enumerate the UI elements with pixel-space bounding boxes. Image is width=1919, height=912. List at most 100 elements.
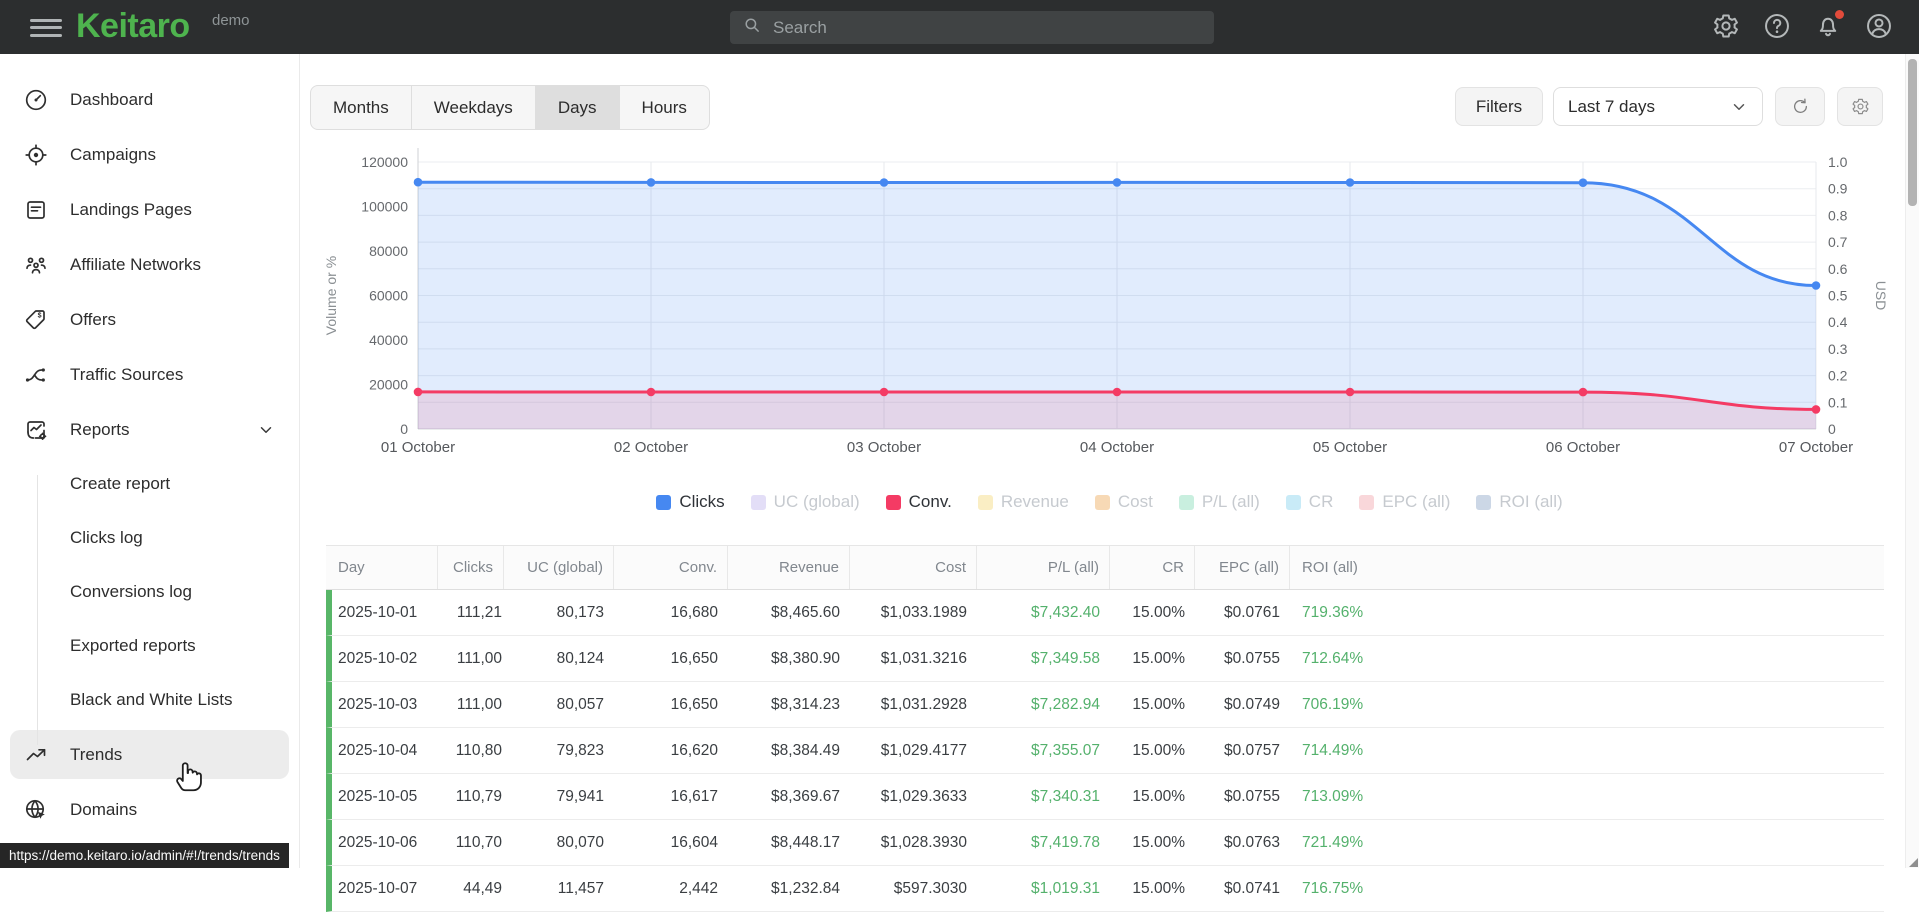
scrollbar-corner <box>1909 858 1918 867</box>
cell-day: 2025-10-04 <box>338 741 418 759</box>
tab-months[interactable]: Months <box>311 86 412 129</box>
legend-label: Revenue <box>1000 492 1069 511</box>
svg-text:03 October: 03 October <box>847 439 921 456</box>
cell-cr: 15.00% <box>1132 787 1185 805</box>
column-header-day: Day <box>326 546 438 589</box>
brand-logo[interactable]: Keitaro <box>76 7 190 46</box>
svg-text:60000: 60000 <box>369 288 408 304</box>
cell-clicks: 110,70 <box>455 833 502 851</box>
cell-clicks: 110,80 <box>455 741 502 759</box>
chart-settings-button[interactable] <box>1837 87 1883 126</box>
traffic-sources-icon <box>24 363 48 387</box>
sidebar-item-campaigns[interactable]: Campaigns <box>0 127 299 182</box>
dashboard-icon <box>24 88 48 112</box>
cell-uc: 79,823 <box>556 741 604 759</box>
legend-swatch <box>1178 494 1194 510</box>
svg-text:0.1: 0.1 <box>1828 394 1848 410</box>
sidebar: Dashboard Campaigns Landings Pages Affiliat… <box>0 54 300 868</box>
settings-gear-icon[interactable] <box>1712 12 1742 42</box>
legend-item-cr[interactable]: CR <box>1285 492 1333 512</box>
reports-icon <box>24 418 48 442</box>
cell-cr: 15.00% <box>1132 741 1185 759</box>
legend-item-epc-all[interactable]: EPC (all) <box>1359 492 1450 512</box>
svg-text:Volume or %: Volume or % <box>323 256 339 335</box>
menu-icon[interactable] <box>30 14 62 40</box>
sidebar-subitem-label: Clicks log <box>70 528 143 547</box>
filters-button[interactable]: Filters <box>1455 87 1543 126</box>
status-url-text: https://demo.keitaro.io/admin/#!/trends/… <box>9 848 280 863</box>
svg-text:$: $ <box>38 312 42 319</box>
svg-text:0.5: 0.5 <box>1828 288 1848 304</box>
legend-label: Clicks <box>679 492 725 511</box>
cell-revenue: $8,380.90 <box>771 649 840 667</box>
tab-days[interactable]: Days <box>535 86 620 129</box>
search-input[interactable] <box>771 16 1175 39</box>
search-box[interactable] <box>730 11 1214 44</box>
legend-item-clicks[interactable]: Clicks <box>656 492 725 512</box>
cell-day: 2025-10-05 <box>338 787 418 805</box>
sidebar-subitem-exported-reports[interactable]: Exported reports <box>0 619 299 673</box>
sidebar-item-domains[interactable]: Domains <box>0 782 299 837</box>
period-tabs: Months Weekdays Days Hours <box>310 85 710 130</box>
sidebar-item-label: Landings Pages <box>70 199 192 219</box>
sidebar-subitem-black-and-white-lists[interactable]: Black and White Lists <box>0 673 299 727</box>
refresh-button[interactable] <box>1775 87 1825 126</box>
svg-text:01 October: 01 October <box>381 439 455 456</box>
svg-text:20000: 20000 <box>369 377 408 393</box>
notifications-bell-icon[interactable] <box>1814 10 1844 42</box>
sidebar-subitem-clicks-log[interactable]: Clicks log <box>0 511 299 565</box>
tab-hours[interactable]: Hours <box>620 86 709 129</box>
cell-epc: $0.0755 <box>1223 787 1280 805</box>
cell-clicks: 111,00 <box>456 695 502 713</box>
scrollbar-thumb[interactable] <box>1908 59 1917 206</box>
svg-text:80000: 80000 <box>369 243 408 259</box>
legend-swatch <box>885 494 901 510</box>
table-row: 2025-10-07 44,49 11,457 2,442 $1,232.84 $597.… <box>326 866 1884 912</box>
top-bar: Keitaro demo <box>0 0 1919 54</box>
offers-icon: $ <box>24 308 48 332</box>
cell-revenue: $8,465.60 <box>771 603 840 621</box>
legend-item-uc-global[interactable]: UC (global) <box>750 492 860 512</box>
sidebar-item-traffic-sources[interactable]: Traffic Sources <box>0 347 299 402</box>
cell-pl: $7,282.94 <box>1031 695 1100 713</box>
cell-pl: $1,019.31 <box>1031 879 1100 897</box>
sidebar-item-affiliate-networks[interactable]: Affiliate Networks <box>0 237 299 292</box>
table-row: 2025-10-03 111,00 80,057 16,650 $8,314.23 $1,… <box>326 682 1884 728</box>
sidebar-item-offers[interactable]: $ Offers <box>0 292 299 347</box>
date-range-select[interactable]: Last 7 days <box>1553 87 1763 126</box>
cell-revenue: $8,384.49 <box>771 741 840 759</box>
sidebar-item-dashboard[interactable]: Dashboard <box>0 72 299 127</box>
legend-item-cost[interactable]: Cost <box>1094 492 1153 512</box>
cell-conv: 16,650 <box>670 695 718 713</box>
cell-revenue: $8,314.23 <box>771 695 840 713</box>
user-account-icon[interactable] <box>1865 12 1895 42</box>
legend-item-p-l-all[interactable]: P/L (all) <box>1178 492 1260 512</box>
svg-text:USD: USD <box>1873 281 1889 311</box>
legend-label: EPC (all) <box>1382 492 1451 511</box>
environment-label: demo <box>212 12 250 29</box>
cell-day: 2025-10-02 <box>338 649 418 667</box>
cell-conv: 16,650 <box>670 649 718 667</box>
cell-clicks: 44,49 <box>463 879 502 897</box>
sidebar-item-reports[interactable]: Reports <box>0 402 299 457</box>
sidebar-item-label: Campaigns <box>70 144 156 164</box>
sidebar-subitem-conversions-log[interactable]: Conversions log <box>0 565 299 619</box>
legend-item-revenue[interactable]: Revenue <box>977 492 1069 512</box>
svg-text:0.7: 0.7 <box>1828 234 1848 250</box>
help-icon[interactable] <box>1763 12 1793 42</box>
legend-swatch <box>977 494 993 510</box>
cell-cost: $1,031.3216 <box>880 649 967 667</box>
tab-weekdays[interactable]: Weekdays <box>412 86 536 129</box>
svg-text:40000: 40000 <box>369 332 408 348</box>
sidebar-item-label: Reports <box>70 419 130 439</box>
legend-swatch <box>1285 494 1301 510</box>
legend-item-conv[interactable]: Conv. <box>885 492 952 512</box>
legend-item-roi-all[interactable]: ROI (all) <box>1476 492 1563 512</box>
sidebar-item-landings-pages[interactable]: Landings Pages <box>0 182 299 237</box>
sidebar-item-label: Offers <box>70 309 116 329</box>
column-header-conv: Conv. <box>614 546 728 589</box>
status-url-bar: https://demo.keitaro.io/admin/#!/trends/… <box>0 843 289 868</box>
sidebar-item-trends[interactable]: Trends <box>10 730 289 779</box>
sidebar-subitem-create-report[interactable]: Create report <box>0 457 299 511</box>
cell-epc: $0.0749 <box>1223 695 1280 713</box>
